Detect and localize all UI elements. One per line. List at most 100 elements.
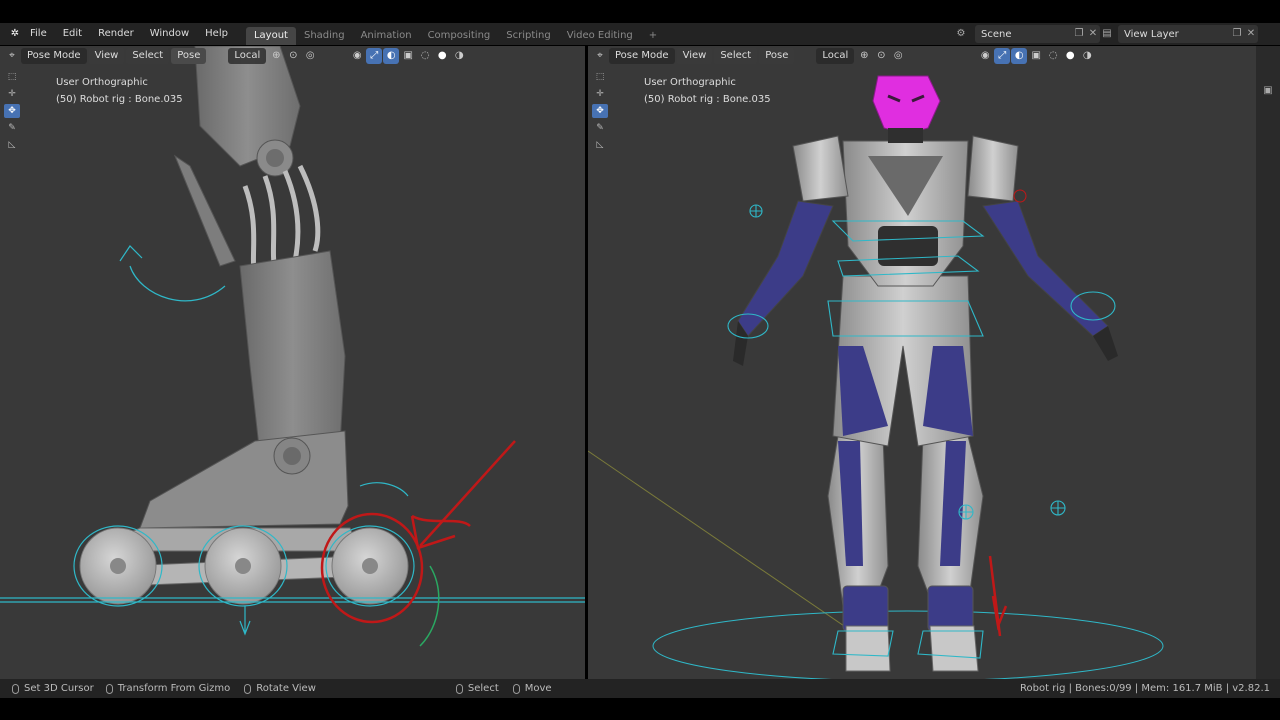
pivot-icon[interactable]: ⊕ bbox=[856, 48, 872, 64]
menu-pose[interactable]: Pose bbox=[171, 48, 207, 64]
menu-edit[interactable]: Edit bbox=[55, 23, 90, 45]
close-icon[interactable]: ✕ bbox=[1244, 27, 1258, 41]
visibility-icon[interactable]: ◉ bbox=[349, 48, 365, 64]
tab-layout[interactable]: Layout bbox=[245, 27, 296, 45]
tab-scripting[interactable]: Scripting bbox=[498, 27, 558, 45]
skate-boot bbox=[139, 430, 349, 529]
scene-statistics: Robot rig | Bones:0/99 | Mem: 161.7 MiB … bbox=[1020, 683, 1270, 694]
orientation-dropdown[interactable]: Local bbox=[228, 48, 267, 64]
status-bar: Set 3D Cursor Transform From Gizmo Rotat… bbox=[0, 679, 1280, 698]
right-viewport-info: User Orthographic (50) Robot rig : Bone.… bbox=[644, 74, 771, 108]
overlay-icon[interactable]: ◐ bbox=[383, 48, 400, 64]
menu-view[interactable]: View bbox=[88, 48, 125, 64]
mode-dropdown[interactable]: Pose Mode bbox=[21, 48, 87, 64]
select-box-icon[interactable]: ⬚ bbox=[592, 70, 608, 84]
add-workspace-button[interactable]: + bbox=[641, 27, 665, 45]
left-arm bbox=[737, 200, 834, 337]
gizmo-icon[interactable]: ⤢ bbox=[994, 48, 1011, 64]
mouse-left-icon bbox=[455, 683, 463, 694]
camera-icon[interactable]: ▣ bbox=[1261, 84, 1275, 98]
tab-compositing[interactable]: Compositing bbox=[420, 27, 499, 45]
mouse-drag-icon bbox=[512, 683, 520, 694]
gizmo-icon[interactable]: ⤢ bbox=[366, 48, 383, 64]
wireframe-shading-icon[interactable]: ◌ bbox=[417, 48, 433, 64]
blender-logo-icon[interactable]: ✲ bbox=[8, 27, 22, 41]
shin bbox=[239, 250, 346, 457]
close-icon[interactable]: ✕ bbox=[1086, 27, 1100, 41]
properties-strip: ▣ bbox=[1256, 46, 1280, 679]
measure-icon[interactable]: ◺ bbox=[4, 138, 20, 152]
visibility-icon[interactable]: ◉ bbox=[977, 48, 993, 64]
material-shading-icon[interactable]: ◑ bbox=[451, 48, 467, 64]
cursor-icon[interactable]: ✛ bbox=[4, 87, 20, 101]
view-layer-icon[interactable]: ▤ bbox=[1100, 27, 1114, 41]
hint-move: Move bbox=[512, 683, 552, 694]
object-info: (50) Robot rig : Bone.035 bbox=[644, 94, 771, 105]
menu-file[interactable]: File bbox=[22, 23, 55, 45]
proportional-icon[interactable]: ◎ bbox=[890, 48, 906, 64]
object-info: (50) Robot rig : Bone.035 bbox=[56, 94, 183, 105]
left-viewport-header: ⌖ Pose Mode View Select Pose Local ⊕ ⊙ ◎… bbox=[0, 46, 468, 66]
annotate-icon[interactable]: ✎ bbox=[592, 121, 608, 135]
annotate-icon[interactable]: ✎ bbox=[4, 121, 20, 135]
menu-select[interactable]: Select bbox=[126, 48, 170, 64]
hint-transform-gizmo: Transform From Gizmo bbox=[105, 683, 230, 694]
tab-shading[interactable]: Shading bbox=[296, 27, 353, 45]
material-shading-icon[interactable]: ◑ bbox=[1079, 48, 1095, 64]
scene-name: Scene bbox=[981, 28, 1012, 40]
view-name: User Orthographic bbox=[644, 77, 736, 88]
left-3d-viewport[interactable]: ⌖ Pose Mode View Select Pose Local ⊕ ⊙ ◎… bbox=[0, 46, 585, 679]
menu-pose[interactable]: Pose bbox=[759, 48, 795, 64]
wireframe-shading-icon[interactable]: ◌ bbox=[1045, 48, 1061, 64]
menu-render[interactable]: Render bbox=[90, 23, 142, 45]
workspace-tabs: Layout Shading Animation Compositing Scr… bbox=[245, 23, 665, 45]
move-icon[interactable]: ✥ bbox=[4, 104, 20, 118]
head-bone-selected bbox=[872, 75, 941, 135]
right-arm bbox=[982, 200, 1109, 337]
left-viewport-scene bbox=[0, 46, 585, 647]
scene-icon[interactable]: ⚙ bbox=[954, 27, 968, 41]
right-toolbar: ⬚ ✛ ✥ ✎ ◺ bbox=[592, 70, 608, 152]
hint-rotate-view: Rotate View bbox=[244, 683, 316, 694]
menu-view[interactable]: View bbox=[676, 48, 713, 64]
mouse-left-icon bbox=[12, 683, 19, 694]
select-box-icon[interactable]: ⬚ bbox=[4, 70, 20, 84]
left-toolbar: ⬚ ✛ ✥ ✎ ◺ bbox=[4, 70, 20, 152]
overlay-icon[interactable]: ◐ bbox=[1011, 48, 1028, 64]
tab-video-editing[interactable]: Video Editing bbox=[559, 27, 641, 45]
tab-animation[interactable]: Animation bbox=[353, 27, 420, 45]
view-layer-selector[interactable]: View Layer ❐ ✕ bbox=[1118, 25, 1258, 43]
mouse-right-icon bbox=[244, 683, 252, 694]
menu-select[interactable]: Select bbox=[714, 48, 758, 64]
orientation-dropdown[interactable]: Local bbox=[816, 48, 855, 64]
snap-icon[interactable]: ⊙ bbox=[285, 48, 301, 64]
move-icon[interactable]: ✥ bbox=[592, 104, 608, 118]
red-annotation bbox=[988, 555, 1008, 637]
measure-icon[interactable]: ◺ bbox=[592, 138, 608, 152]
right-viewport-header: ⌖ Pose Mode View Select Pose Local ⊕ ⊙ ◎… bbox=[588, 46, 1096, 66]
mode-dropdown[interactable]: Pose Mode bbox=[609, 48, 675, 64]
editor-type-icon[interactable]: ⌖ bbox=[4, 48, 20, 64]
xray-icon[interactable]: ▣ bbox=[400, 48, 416, 64]
right-3d-viewport[interactable]: ⌖ Pose Mode View Select Pose Local ⊕ ⊙ ◎… bbox=[588, 46, 1256, 679]
menu-window[interactable]: Window bbox=[142, 23, 197, 45]
menu-help[interactable]: Help bbox=[197, 23, 236, 45]
scene-selector[interactable]: Scene ❐ ✕ bbox=[975, 25, 1100, 43]
hint-set-3d-cursor: Set 3D Cursor bbox=[12, 683, 94, 694]
copy-icon[interactable]: ❐ bbox=[1230, 27, 1244, 41]
snap-icon[interactable]: ⊙ bbox=[873, 48, 889, 64]
right-viewport-scene bbox=[588, 75, 1164, 679]
xray-icon[interactable]: ▣ bbox=[1028, 48, 1044, 64]
left-viewport-info: User Orthographic (50) Robot rig : Bone.… bbox=[56, 74, 183, 108]
mouse-middle-icon bbox=[105, 683, 113, 694]
view-layer-name: View Layer bbox=[1124, 28, 1179, 40]
proportional-icon[interactable]: ◎ bbox=[302, 48, 318, 64]
solid-shading-icon[interactable]: ● bbox=[434, 48, 450, 64]
pivot-icon[interactable]: ⊕ bbox=[268, 48, 284, 64]
copy-icon[interactable]: ❐ bbox=[1072, 27, 1086, 41]
hint-select: Select bbox=[455, 683, 499, 694]
cursor-icon[interactable]: ✛ bbox=[592, 87, 608, 101]
editor-type-icon[interactable]: ⌖ bbox=[592, 48, 608, 64]
root-control bbox=[652, 610, 1164, 679]
solid-shading-icon[interactable]: ● bbox=[1062, 48, 1078, 64]
